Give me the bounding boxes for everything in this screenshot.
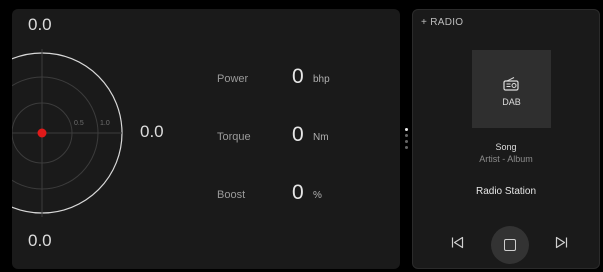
gauge-lateral-value: 0.0 [140, 122, 164, 141]
stop-icon [504, 239, 516, 251]
torque-label: Torque [217, 131, 251, 143]
radio-icon [503, 77, 519, 91]
panel-resize-handle[interactable] [403, 128, 409, 156]
handle-dot [404, 140, 408, 143]
song-title: Song [495, 142, 517, 152]
previous-button[interactable] [451, 236, 464, 254]
gauge-scale-label-0-5: 0.5 [74, 120, 84, 127]
handle-dot [404, 146, 408, 149]
skip-previous-icon [451, 236, 464, 249]
gauge-bottom-value: 0.0 [28, 231, 52, 250]
boost-metric: Boost 0 % [217, 181, 397, 207]
boost-label: Boost [217, 189, 246, 201]
torque-unit: Nm [313, 132, 329, 143]
power-value: 0 [292, 65, 304, 88]
stop-button[interactable] [491, 226, 529, 264]
gauge-top-value: 0.0 [28, 15, 52, 34]
power-unit: bhp [313, 74, 330, 85]
radio-widget-title[interactable]: + RADIO [421, 17, 463, 28]
station-name: Radio Station [475, 186, 537, 197]
handle-dot [404, 128, 408, 131]
power-metric: Power 0 bhp [217, 65, 397, 91]
performance-panel: 0.5 1.0 0.0 0.0 0.0 Power 0 bhp Torque 0… [12, 9, 400, 269]
power-label: Power [217, 73, 249, 85]
g-force-gauge: 0.5 1.0 [12, 49, 123, 217]
source-label: DAB [502, 97, 521, 107]
boost-value: 0 [292, 181, 304, 204]
torque-value: 0 [292, 123, 304, 146]
artist-album: Artist - Album [479, 154, 533, 164]
radio-widget: + RADIO DAB Song Artist - Album Radio St… [412, 9, 600, 269]
skip-next-icon [555, 236, 568, 249]
gauge-scale-label-1-0: 1.0 [100, 120, 110, 127]
handle-dot [404, 134, 408, 137]
g-force-dot [37, 128, 47, 138]
album-art: DAB [472, 50, 551, 128]
boost-unit: % [313, 190, 322, 201]
torque-metric: Torque 0 Nm [217, 123, 397, 149]
next-button[interactable] [555, 236, 568, 254]
